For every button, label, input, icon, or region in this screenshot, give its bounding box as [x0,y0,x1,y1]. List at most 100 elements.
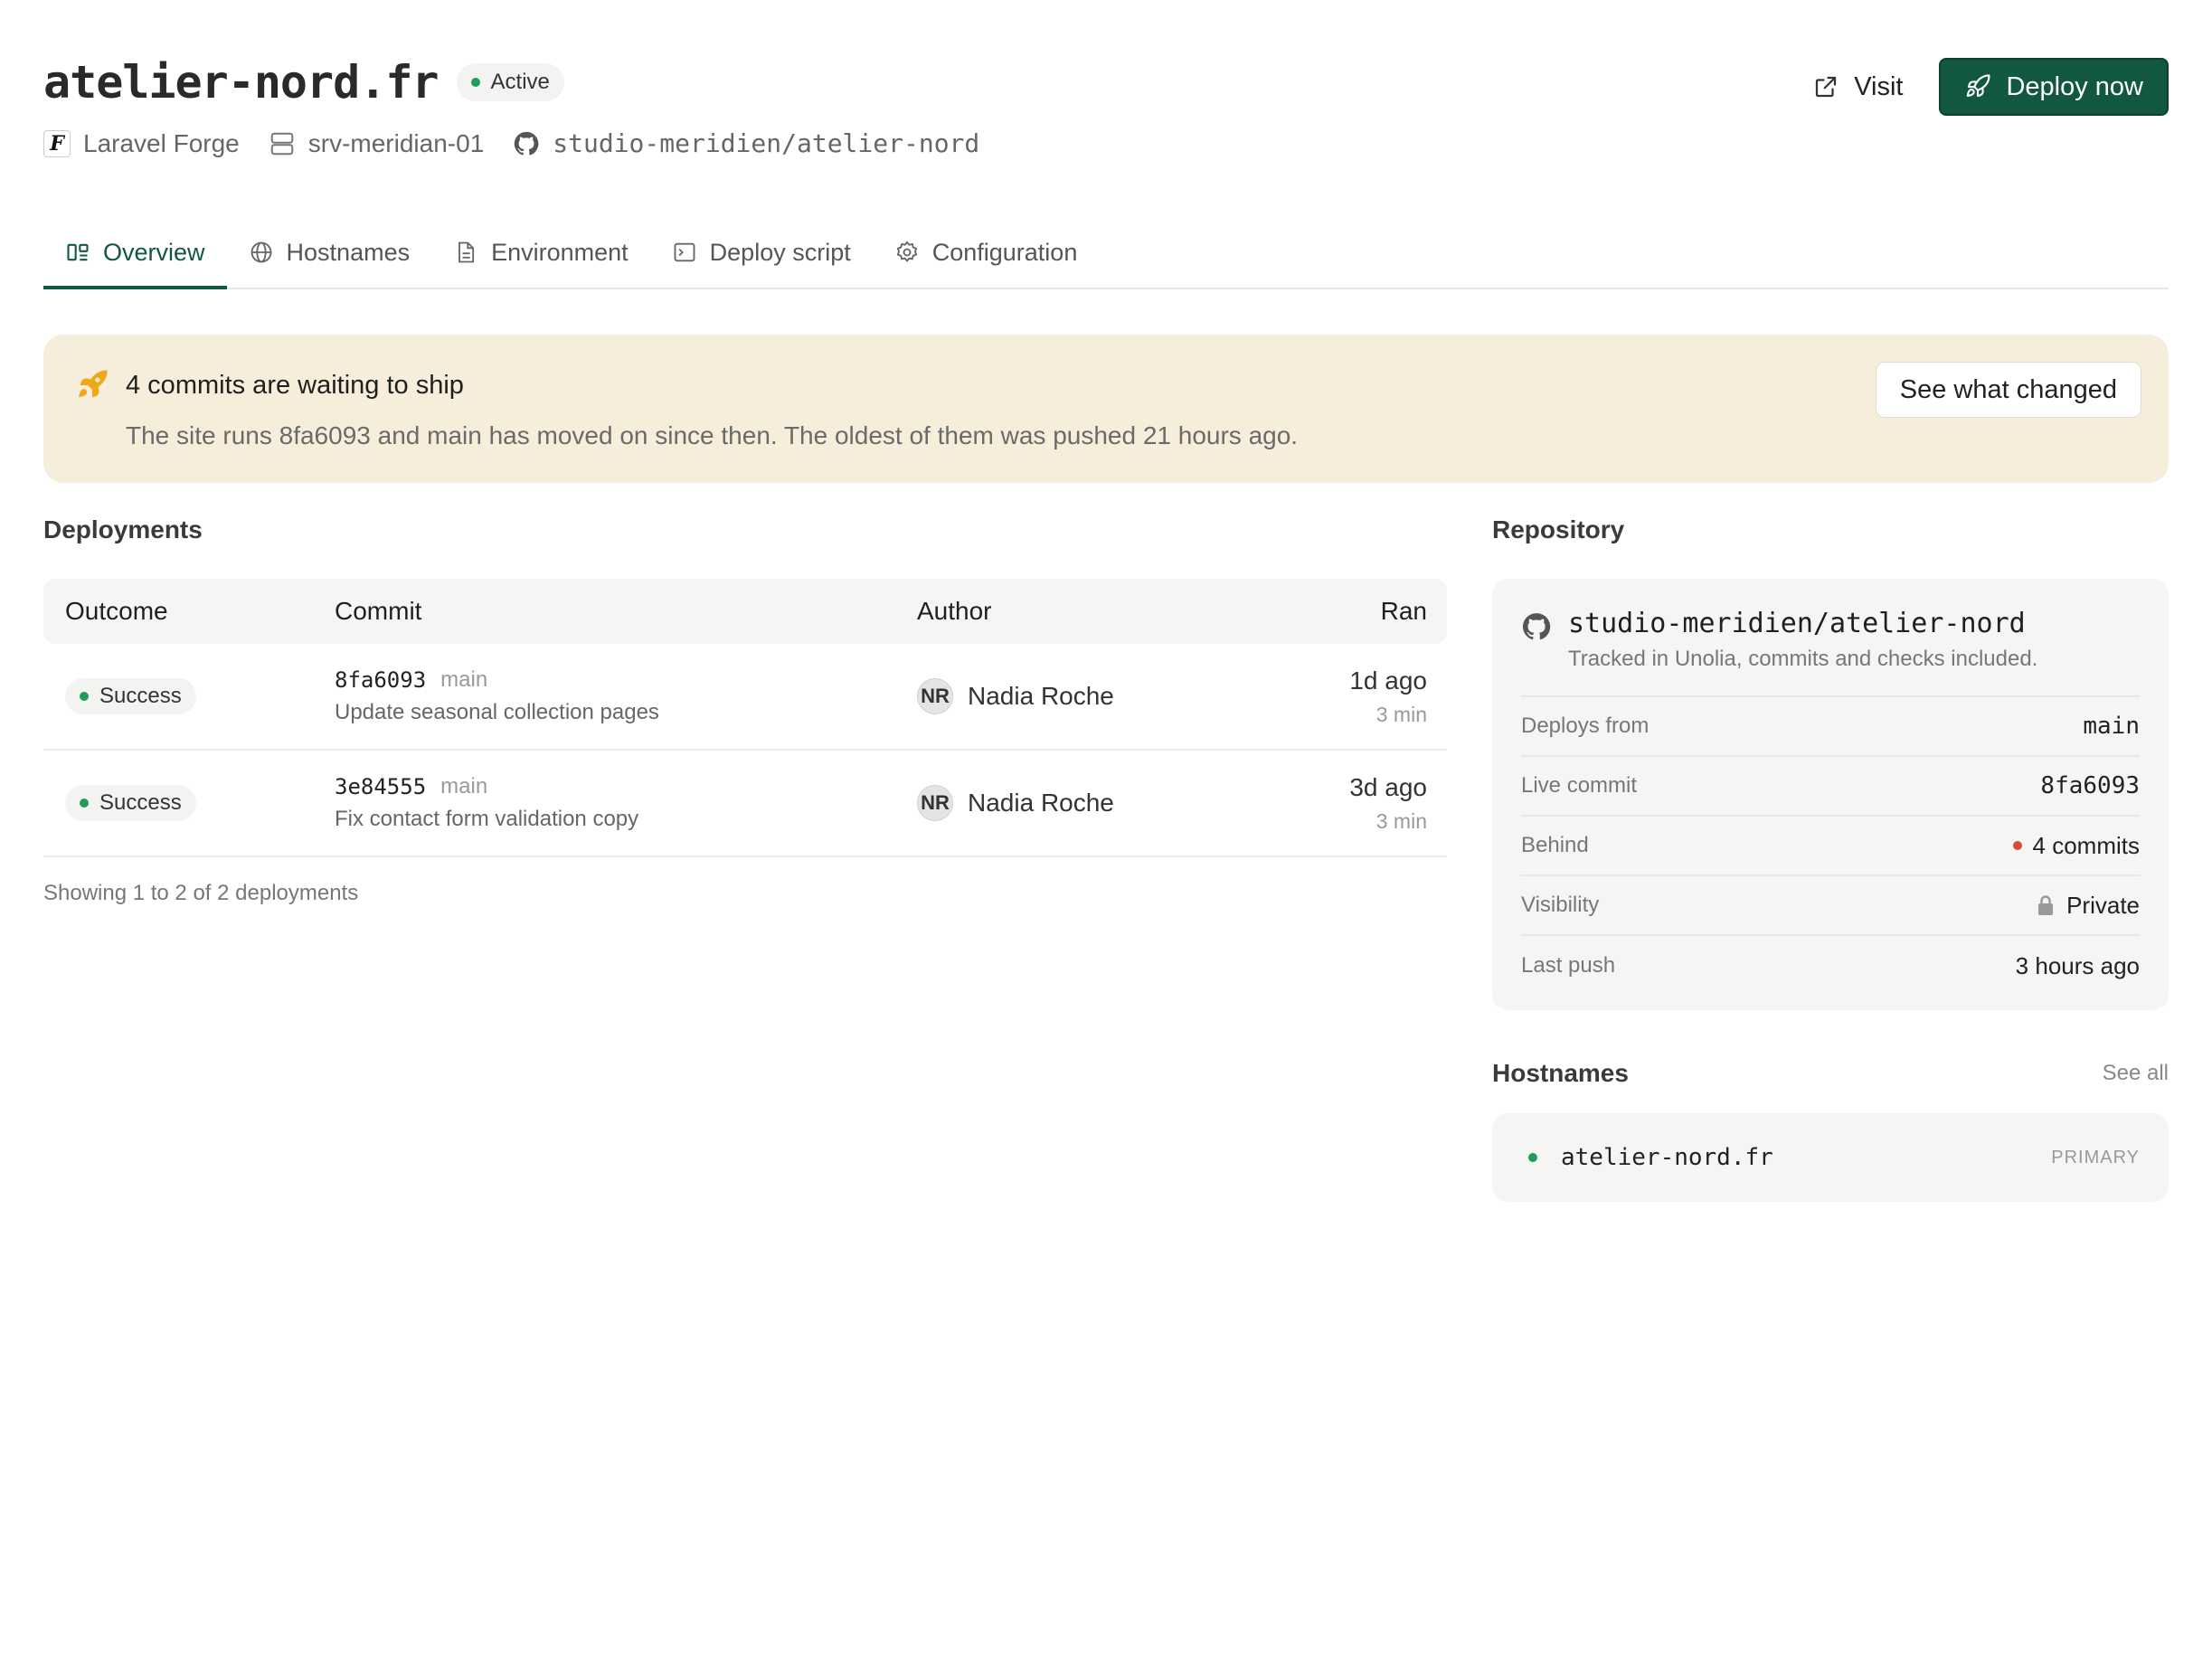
see-what-changed-button[interactable]: See what changed [1875,362,2141,418]
commit-branch: main [440,774,488,799]
behind-dot-icon [2012,841,2022,850]
outcome-label: Success [99,790,182,815]
server-label: srv-meridian-01 [307,128,485,157]
commit-cell: 3e84555 main Fix contact form validation… [335,774,917,832]
table-row[interactable]: Success 8fa6093 main Update seasonal col… [43,644,1447,751]
status-badge: Active [456,63,564,101]
hostname-item[interactable]: atelier-nord.fr PRIMARY [1492,1113,2169,1202]
server-item[interactable]: srv-meridian-01 [269,128,485,158]
last-push-row: Last push 3 hours ago [1521,936,2140,996]
commit-sha[interactable]: 3e84555 [335,774,426,799]
repository-label: studio-meridien/atelier-nord [553,128,980,158]
status-label: Active [490,70,550,94]
tab-deploy-script[interactable]: Deploy script [650,217,873,288]
see-all-link[interactable]: See all [2103,1061,2169,1086]
author-name: Nadia Roche [968,682,1114,710]
repository-card: studio-meridien/atelier-nord Tracked in … [1492,579,2169,1010]
page-title: atelier-nord.fr [43,56,440,109]
hostname-label: atelier-nord.fr [1561,1144,1773,1171]
column-header-ran[interactable]: Ran [1297,597,1447,626]
provider-label: Laravel Forge [83,128,240,157]
author-cell: NR Nadia Roche [917,785,1297,821]
primary-tag: PRIMARY [2051,1147,2140,1167]
ran-time: 3d ago [1349,772,1427,801]
author-name: Nadia Roche [968,789,1114,817]
tab-label: Configuration [931,238,1078,266]
behind-row: Behind 4 commits [1521,817,2140,876]
repository-link[interactable]: studio-meridien/atelier-nord [513,128,979,158]
header-actions: Visit Deploy now [1812,58,2169,116]
ran-duration: 3 min [1375,702,1427,726]
commit-message: Fix contact form validation copy [335,807,639,831]
deploys-from-label: Deploys from [1521,714,1650,738]
commit-sha[interactable]: 8fa6093 [335,667,426,693]
gear-icon [894,240,920,265]
deployments-section: Deployments Outcome Commit Author Ran Su… [43,515,1447,906]
ran-time: 1d ago [1349,666,1427,695]
success-dot-icon [80,692,89,701]
site-meta: F Laravel Forge srv-meridian-01 studio-m… [43,128,979,158]
repository-header: studio-meridien/atelier-nord Tracked in … [1521,608,2140,697]
live-commit-row: Live commit 8fa6093 [1521,757,2140,817]
pagination-summary: Showing 1 to 2 of 2 deployments [43,881,359,905]
outcome-cell: Success [43,785,335,821]
outcome-label: Success [99,684,182,708]
column-header-commit[interactable]: Commit [335,597,917,626]
deploys-from-row: Deploys from main [1521,697,2140,757]
tab-configuration[interactable]: Configuration [873,217,1100,288]
title-row: atelier-nord.fr Active [43,56,564,109]
deployments-title: Deployments [43,515,203,543]
success-badge: Success [65,678,196,714]
visibility-value-group: Private [2036,892,2140,920]
outcome-cell: Success [43,678,335,714]
status-dot-icon [470,78,480,87]
server-icon [269,130,296,157]
commit-message: Update seasonal collection pages [335,700,659,724]
forge-icon: F [43,129,71,157]
behind-value-group: 4 commits [2012,832,2140,860]
behind-label: Behind [1521,833,1589,857]
tab-hostnames[interactable]: Hostnames [227,217,432,288]
hostnames-header: Hostnames See all [1492,1059,2169,1088]
visibility-value: Private [2066,891,2140,919]
deploys-from-value: main [2083,713,2140,740]
visit-button[interactable]: Visit [1812,72,1903,102]
deployments-table: Outcome Commit Author Ran Success 8fa609… [43,579,1447,857]
avatar: NR [917,678,953,714]
rocket-icon [74,367,110,403]
repository-name[interactable]: studio-meridien/atelier-nord [1568,608,2037,639]
overview-icon [65,240,90,265]
last-push-label: Last push [1521,953,1616,978]
table-row[interactable]: Success 3e84555 main Fix contact form va… [43,751,1447,857]
success-dot-icon [80,799,89,808]
tab-label: Overview [103,238,205,266]
deploy-now-button[interactable]: Deploy now [1939,58,2169,116]
banner-title: 4 commits are waiting to ship [126,371,464,400]
site-overview-page: atelier-nord.fr Active F Laravel Forge s… [0,0,2212,1673]
tab-label: Hostnames [286,238,411,266]
live-commit-label: Live commit [1521,773,1638,798]
tab-environment[interactable]: Environment [431,217,650,288]
file-icon [453,240,478,265]
pending-commits-banner: 4 commits are waiting to ship The site r… [43,335,2169,483]
tab-overview[interactable]: Overview [43,219,227,289]
github-icon [513,130,540,157]
author-cell: NR Nadia Roche [917,678,1297,714]
hostnames-title: Hostnames [1492,1059,1629,1087]
site-header: atelier-nord.fr Active F Laravel Forge s… [43,0,2169,190]
column-header-author[interactable]: Author [917,597,1297,626]
live-commit-value[interactable]: 8fa6093 [2040,772,2140,799]
github-icon [1521,608,1552,672]
provider-item[interactable]: F Laravel Forge [43,129,240,158]
visibility-label: Visibility [1521,893,1600,917]
globe-icon [249,240,274,265]
column-header-outcome[interactable]: Outcome [43,597,335,626]
avatar: NR [917,785,953,821]
commit-cell: 8fa6093 main Update seasonal collection … [335,667,917,725]
repository-subtitle: Tracked in Unolia, commits and checks in… [1568,647,2038,671]
tab-label: Environment [491,238,629,266]
rocket-icon [1964,73,1991,100]
tab-bar: Overview Hostnames Environment Deploy sc… [43,190,2169,289]
ran-cell: 1d ago 3 min [1297,666,1447,727]
last-push-value: 3 hours ago [2015,951,2140,979]
